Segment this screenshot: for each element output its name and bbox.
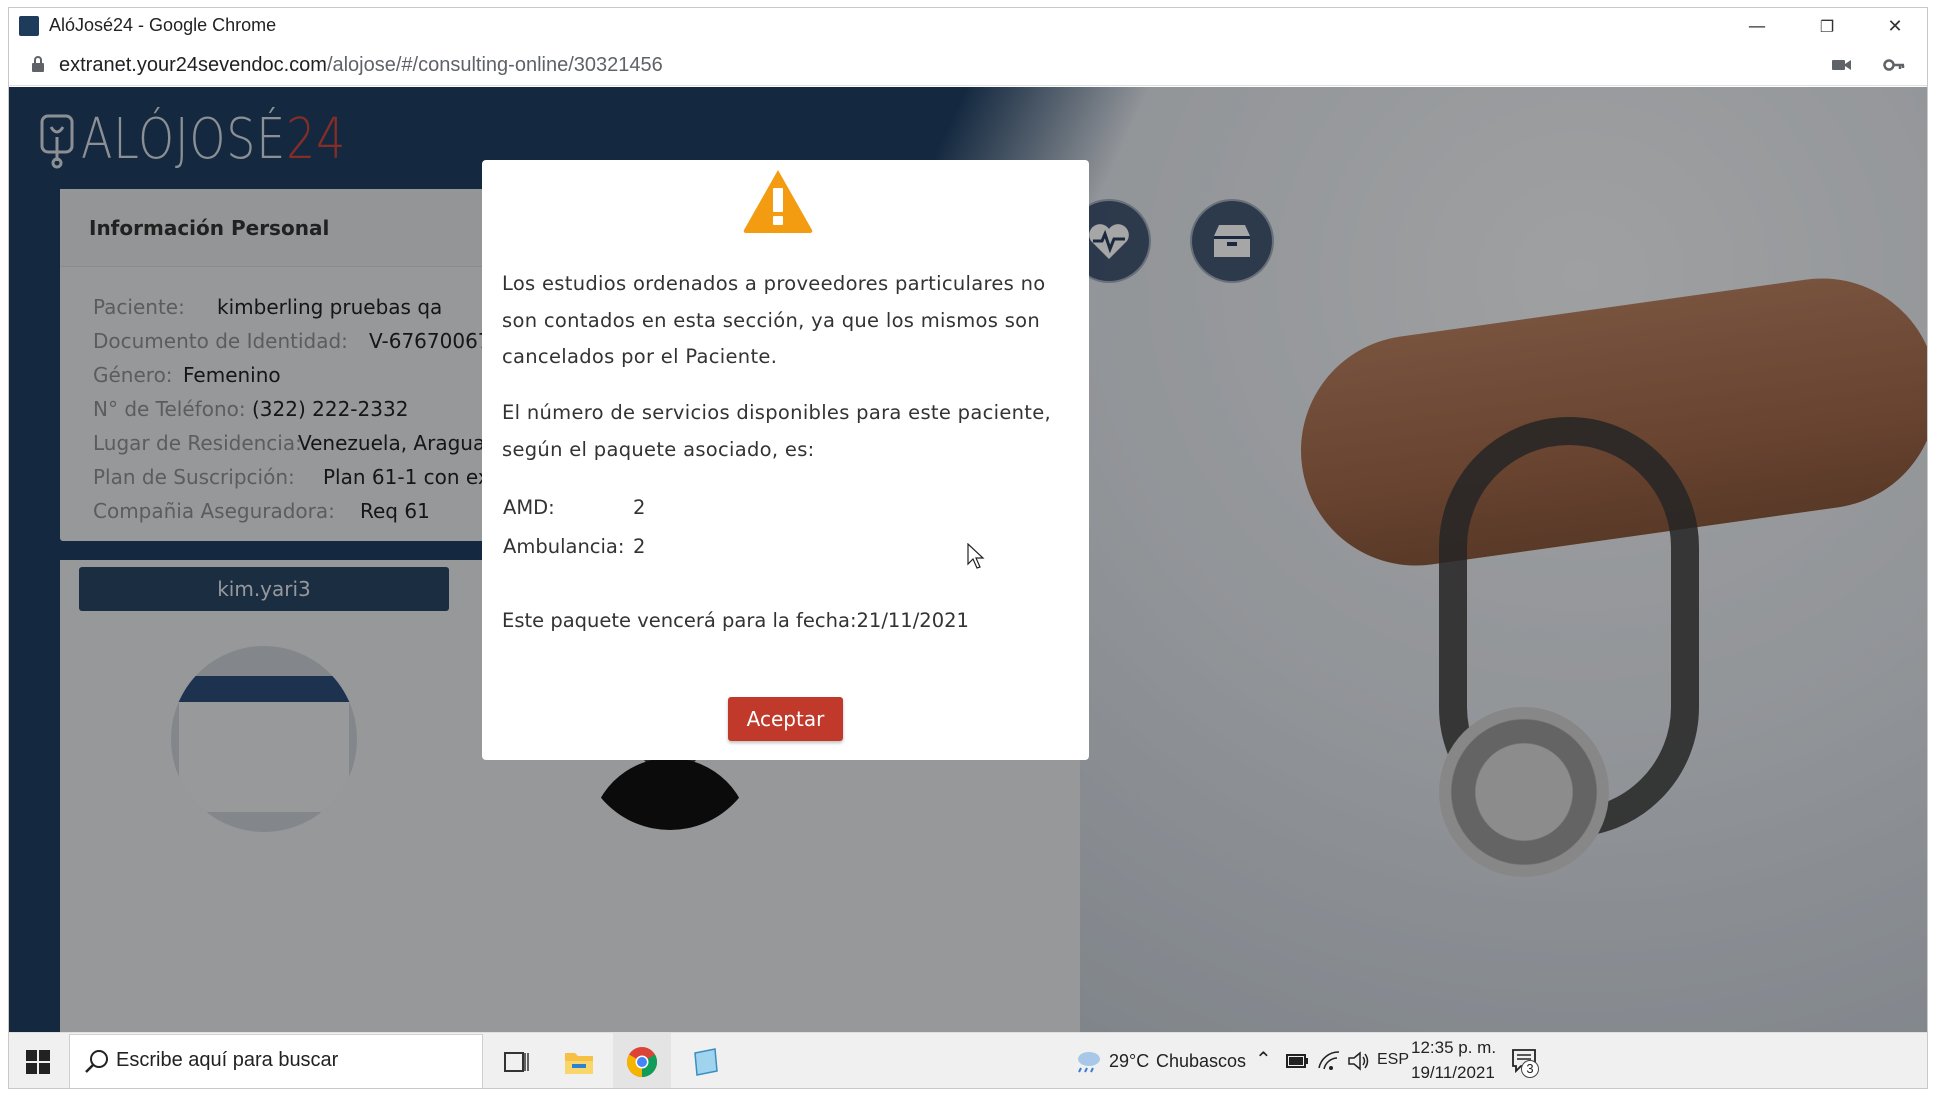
weather-rain-icon[interactable] [1073,1048,1103,1074]
chrome-icon [626,1047,658,1077]
accept-button[interactable]: Aceptar [728,697,843,741]
service-label: Ambulancia: [503,535,625,558]
restore-button[interactable]: ❐ [1793,8,1861,44]
task-view-button[interactable] [487,1033,545,1088]
title-bar: AlóJosé24 - Google Chrome — ❐ ✕ [9,8,1927,44]
warning-icon [743,170,813,234]
notification-badge: 3 [1521,1060,1539,1078]
chrome-taskbar-button[interactable] [613,1033,671,1089]
windows-logo-icon [26,1050,50,1074]
page-viewport: ALÓJOSÉ24 Información Personal Paciente:… [9,87,1927,1032]
lock-icon [32,56,44,72]
notepad-icon [694,1048,718,1076]
weather-temp[interactable]: 29°C [1109,1051,1149,1072]
service-value: 2 [633,496,646,519]
info-dialog: Los estudios ordenados a proveedores par… [482,160,1089,760]
expiry-text: Este paquete vencerá para la fecha:21/11… [502,609,969,632]
taskbar-search-box[interactable]: Escribe aquí para buscar [69,1034,483,1088]
volume-icon[interactable] [1347,1050,1371,1072]
url-host: extranet.your24sevendoc.com [59,54,327,76]
dialog-paragraph-1: Los estudios ordenados a proveedores par… [502,272,1046,368]
search-icon [85,1050,108,1073]
active-indicator [617,1088,667,1089]
mouse-cursor-icon [967,543,985,569]
camera-blocked-icon[interactable] [1831,57,1853,73]
service-value: 2 [633,535,646,558]
dialog-paragraph-2: El número de servicios disponibles para … [502,401,1052,461]
chevron-up-icon[interactable]: ⌃ [1255,1047,1272,1072]
url-path: /alojose/#/consulting-online/30321456 [326,54,663,76]
url-text[interactable]: extranet.your24sevendoc.com/alojose/#/co… [59,54,663,77]
address-bar[interactable]: extranet.your24sevendoc.com/alojose/#/co… [9,44,1927,86]
browser-window: AlóJosé24 - Google Chrome — ❐ ✕ extranet… [8,7,1928,1089]
clock-time[interactable]: 12:35 p. m. [1411,1038,1496,1058]
wifi-icon[interactable] [1317,1050,1341,1072]
weather-desc[interactable]: Chubascos [1156,1051,1246,1072]
service-row-ambulance: Ambulancia: 2 [503,535,645,558]
window-title: AlóJosé24 - Google Chrome [49,15,277,35]
service-row-amd: AMD: 2 [503,496,645,519]
close-button[interactable]: ✕ [1861,8,1927,44]
notepad-taskbar-button[interactable] [676,1033,734,1089]
active-indicator [680,1088,730,1089]
start-button[interactable] [9,1033,67,1088]
site-favicon-icon [19,16,39,36]
folder-icon [565,1053,593,1074]
key-icon[interactable] [1883,56,1905,74]
task-view-icon [504,1052,529,1072]
clock-date[interactable]: 19/11/2021 [1411,1063,1495,1083]
battery-icon[interactable] [1285,1052,1309,1070]
language-indicator[interactable]: ESP [1377,1051,1409,1069]
taskbar: Escribe aquí para buscar 29°C Chubascos … [9,1032,1927,1089]
file-explorer-button[interactable] [550,1033,608,1088]
service-label: AMD: [503,496,555,519]
search-placeholder: Escribe aquí para buscar [116,1049,339,1071]
minimize-button[interactable]: — [1723,8,1791,44]
